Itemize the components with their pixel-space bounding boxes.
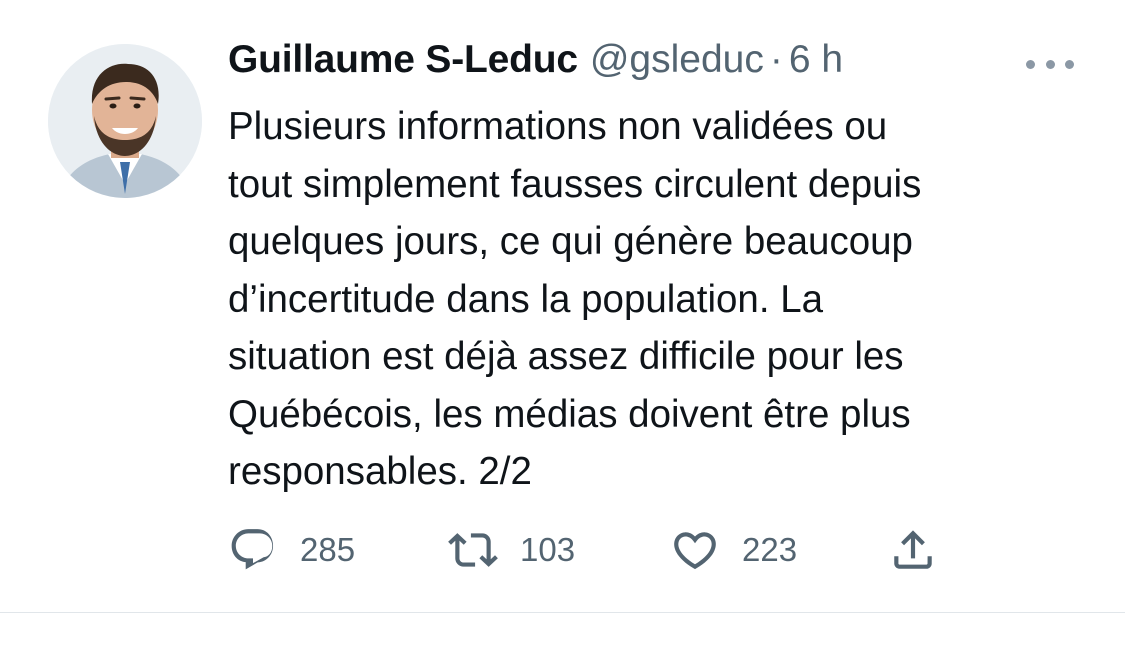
more-dot [1045, 59, 1055, 69]
avatar[interactable] [48, 44, 202, 198]
retweet-count: 103 [520, 531, 576, 568]
like-button[interactable]: 223 [670, 522, 797, 578]
share-button[interactable] [888, 522, 938, 578]
share-icon [894, 530, 932, 569]
author-name[interactable]: Guillaume S-Leduc [228, 38, 578, 82]
more-dot [1026, 59, 1035, 69]
like-count: 223 [742, 531, 798, 568]
more-dot [1065, 59, 1074, 69]
separator-dot: · [769, 38, 783, 81]
retweet-button[interactable]: 103 [448, 522, 575, 578]
reply-count: 285 [300, 531, 356, 568]
avatar-image [48, 44, 202, 198]
author-handle[interactable]: @gsleduc [590, 38, 764, 82]
reply-button[interactable]: 285 [228, 522, 355, 578]
reply-icon [231, 529, 274, 570]
divider [0, 612, 1125, 613]
tweet-text: Plusieurs informations non validées ou t… [228, 105, 922, 493]
more-horizontal-icon[interactable] [1026, 52, 1074, 76]
tweet-actions: 285 103 223 [228, 522, 988, 578]
heart-icon [674, 532, 716, 570]
retweet-icon [448, 533, 498, 567]
tweet-header: Guillaume S-Leduc @gsleduc · 6 h [228, 38, 843, 92]
tweet: Guillaume S-Leduc @gsleduc · 6 h Plusieu… [0, 0, 1125, 651]
tweet-timestamp[interactable]: 6 h [789, 38, 843, 82]
